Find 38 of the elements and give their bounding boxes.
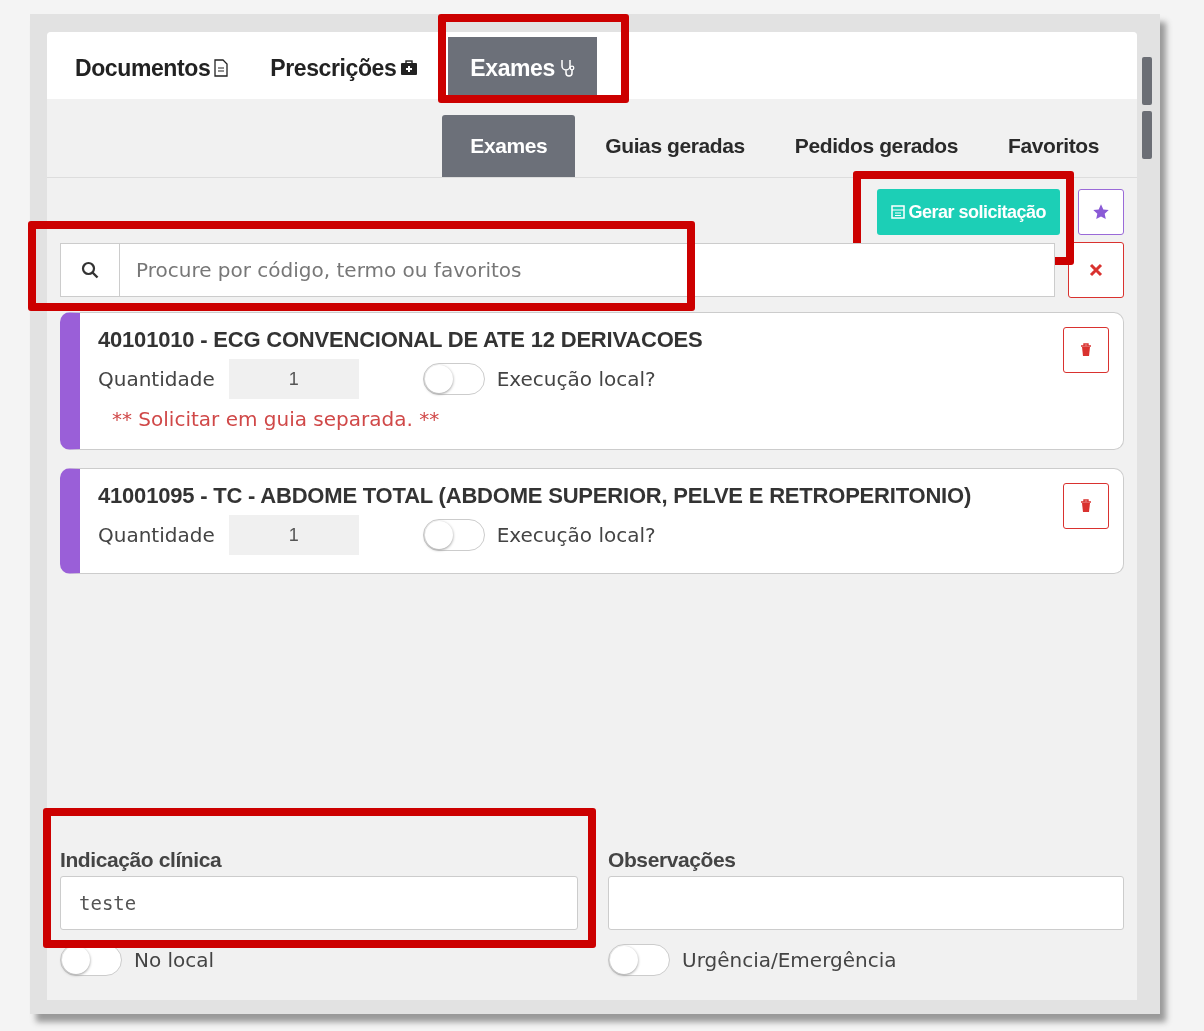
document-icon bbox=[214, 59, 229, 77]
toggle-switch[interactable] bbox=[422, 363, 485, 395]
toggle-switch[interactable] bbox=[422, 519, 485, 551]
tab[interactable]: Documentos bbox=[63, 37, 241, 99]
text-field[interactable] bbox=[608, 876, 1124, 930]
subtab[interactable]: Favoritos bbox=[988, 115, 1119, 177]
search-field[interactable]: Procure por código, termo ou favoritos bbox=[60, 243, 1055, 297]
medical-kit-icon bbox=[400, 60, 419, 76]
star-icon bbox=[1092, 203, 1110, 221]
search-icon bbox=[81, 261, 99, 279]
warning-note: ** Solicitar em guia separada. ** bbox=[111, 407, 441, 431]
toggle-label: Execução local? bbox=[496, 367, 656, 391]
toggle-switch[interactable] bbox=[608, 944, 670, 976]
quantity-label: Quantidade bbox=[98, 367, 215, 391]
field-label: Indicação clínica bbox=[60, 848, 223, 872]
delete-button[interactable] bbox=[1063, 327, 1109, 373]
clear-button[interactable] bbox=[1068, 242, 1124, 298]
toggle-label: Urgência/Emergência bbox=[682, 948, 897, 972]
tab[interactable]: Prescrições bbox=[258, 37, 431, 99]
favorite-button[interactable] bbox=[1078, 189, 1124, 235]
field-label: Observações bbox=[608, 848, 737, 872]
subtab[interactable]: Guias geradas bbox=[585, 115, 765, 177]
close-icon bbox=[1089, 263, 1103, 277]
toggle-label: No local bbox=[134, 948, 215, 972]
quantity-field[interactable]: 1 bbox=[228, 515, 359, 555]
quantity-field[interactable]: 1 bbox=[228, 359, 359, 399]
trash-icon bbox=[1080, 343, 1092, 357]
quantity-label: Quantidade bbox=[98, 523, 215, 547]
exam-title: 41001095 - TC - ABDOME TOTAL (ABDOME SUPERIOR, PELVE E RETROPERITONIO) bbox=[98, 483, 973, 509]
stethoscope-icon bbox=[558, 59, 575, 77]
toggle-label: Execução local? bbox=[496, 523, 656, 547]
delete-button[interactable] bbox=[1063, 483, 1109, 529]
trash-icon bbox=[1080, 499, 1092, 513]
exam-title: 40101010 - ECG CONVENCIONAL DE ATE 12 DERIVACOES bbox=[98, 327, 704, 353]
subtab[interactable]: Pedidos gerados bbox=[774, 115, 979, 177]
text-field[interactable]: teste bbox=[60, 876, 578, 930]
subtab[interactable]: Exames bbox=[442, 115, 576, 177]
form-icon bbox=[891, 205, 906, 219]
